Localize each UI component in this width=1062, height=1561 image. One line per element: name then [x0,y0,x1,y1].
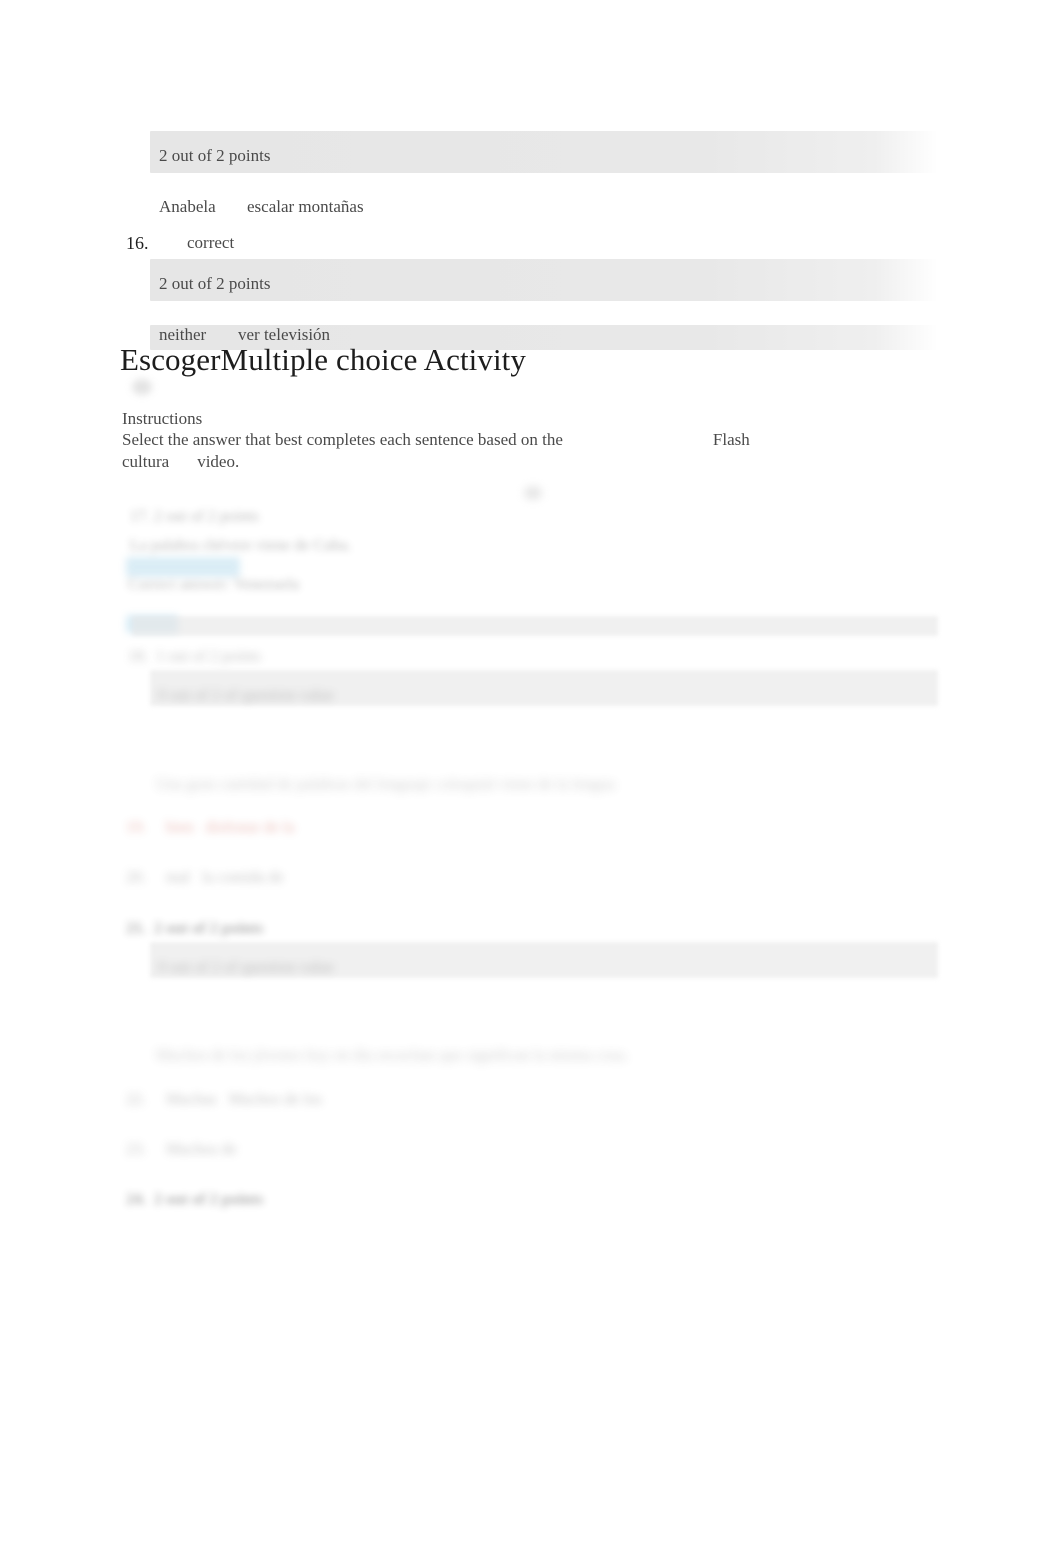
page-title: EscogerMultiple choice Activity [120,342,526,377]
instructions-line2-part1: cultura [122,452,170,472]
question-16-status: correct [187,233,235,252]
blurred-row-15: 24. 2 out of 2 points [126,1191,264,1208]
blurred-row-10: 21. 2 out of 2 points [126,920,264,937]
score-band-2-label: 2 out of 2 points [159,274,271,293]
instructions-line1-part1: Select the answer that best completes ea… [122,430,563,449]
blurred-row-12: Muchos de los jóvenes hoy en día escucha… [156,1047,629,1064]
instructions-line1-part2: Flash [712,430,750,449]
score-band-1-label: 2 out of 2 points [159,146,271,165]
blue-highlight-1 [126,557,240,577]
blurred-row-7: Una gran cantidad de palabras del lengua… [156,776,615,793]
document-page: 2 out of 2 points Anabela escalar montañ… [0,0,1062,1561]
answer-row-1-activity: escalar montañas [247,197,364,216]
blurred-row-13: 22. Muchas Muchos de los [126,1091,322,1108]
blurred-row-2: La palabra chévere viene de Cuba. [130,537,352,554]
blurred-row-5: 18. 1 out of 2 points [128,648,261,665]
blurred-row-6: 0 out of 2 of question value [158,687,334,704]
blurred-row-3: Correct answer: Venezuela [128,576,300,593]
blurred-band-1 [132,616,938,636]
instructions-label: Instructions [122,409,203,428]
instructions-line2-part2: video. [197,452,240,472]
blurred-row-14: 23. Muchos de [126,1141,237,1158]
blurred-row-8: 19. bien disfrutar de la [126,819,295,836]
blurred-row-11: 0 out of 2 of question value [158,959,334,976]
decorative-blur-mark [132,379,152,395]
decorative-blur-mark-2 [524,486,542,500]
instructions-text: Select the answer that best completes ea… [122,429,952,474]
answer-row-1-name: Anabela [159,197,216,216]
blurred-row-1: 17. 2 out of 2 points [130,508,259,525]
question-16-number: 16. [126,233,149,253]
blurred-row-9: 20. mal la comida de [126,869,284,886]
